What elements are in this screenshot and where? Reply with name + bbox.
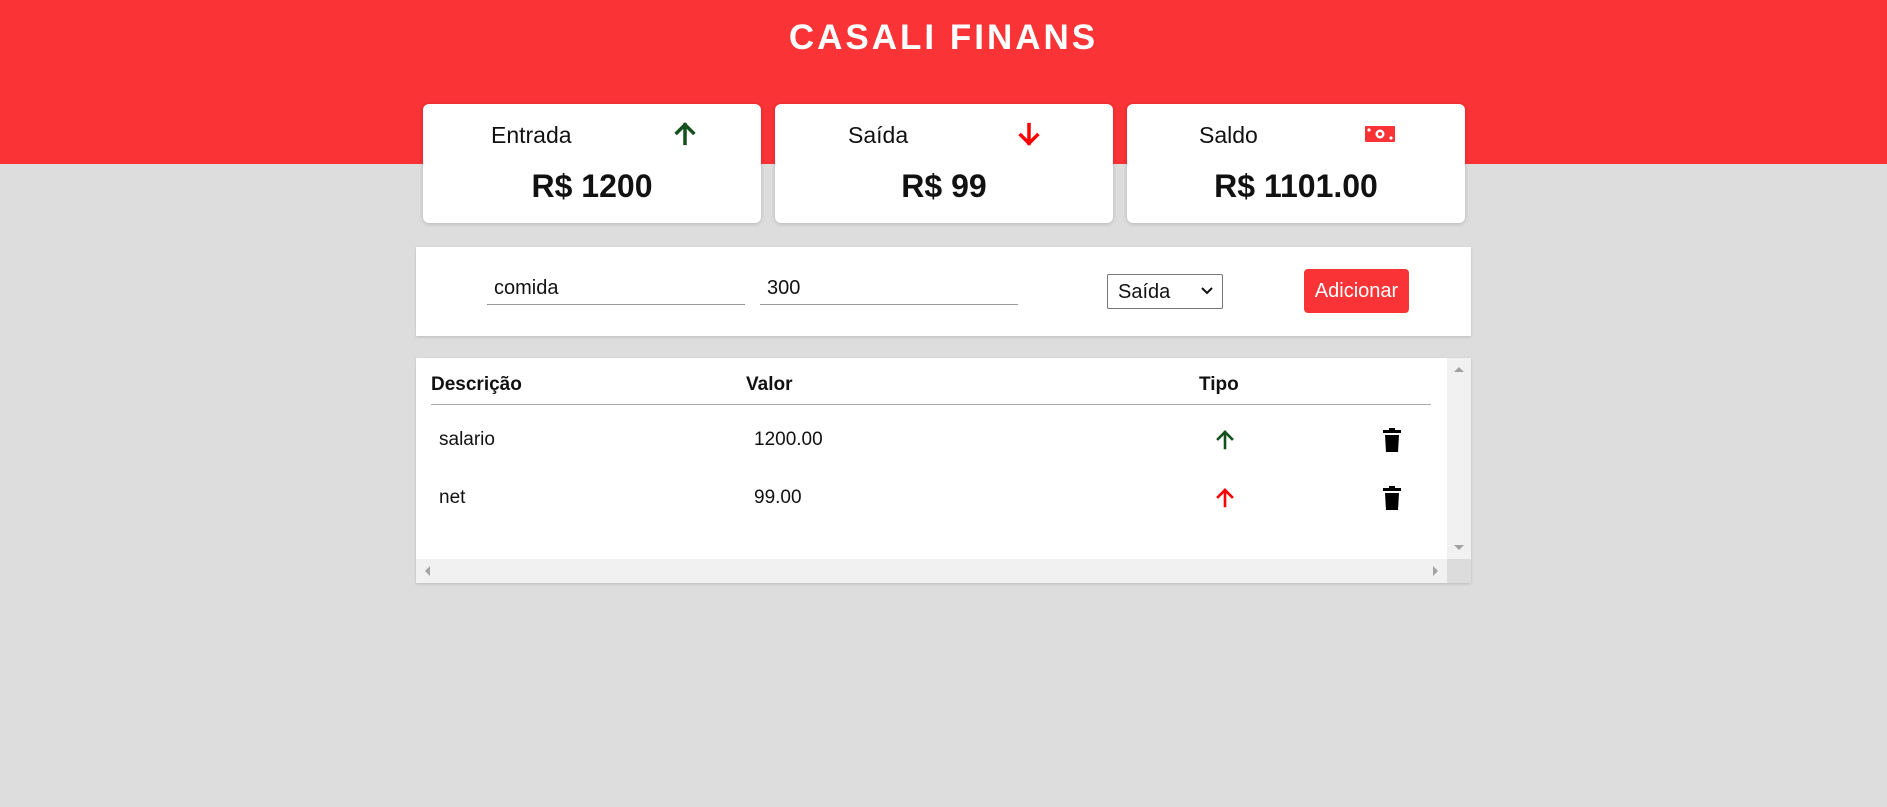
- scroll-left-arrow-icon[interactable]: [420, 563, 436, 579]
- transactions-table: Descrição Valor Tipo salario 1200.00 net…: [416, 358, 1471, 583]
- description-input[interactable]: [487, 273, 745, 305]
- add-button[interactable]: Adicionar: [1304, 269, 1409, 313]
- type-select-value: Saída: [1118, 281, 1171, 303]
- header-divider: [431, 404, 1431, 405]
- row-description: net: [439, 487, 466, 508]
- scroll-up-arrow-icon[interactable]: [1451, 362, 1467, 378]
- row-value: 99.00: [754, 487, 802, 508]
- chevron-down-icon: [1201, 287, 1213, 295]
- arrow-up-icon: [1216, 488, 1234, 508]
- table-row: net 99.00: [416, 479, 1446, 519]
- expense-value: R$ 99: [901, 168, 987, 204]
- transaction-form: Saída Adicionar: [416, 247, 1471, 336]
- row-value: 1200.00: [754, 429, 823, 450]
- scroll-down-arrow-icon[interactable]: [1451, 539, 1467, 555]
- column-header-description: Descrição: [431, 374, 522, 395]
- expense-card: Saída R$ 99: [775, 104, 1113, 223]
- row-description: salario: [439, 429, 495, 450]
- income-label: Entrada: [491, 122, 572, 148]
- table-row: salario 1200.00: [416, 421, 1446, 461]
- balance-card: Saldo R$ 1101.00: [1127, 104, 1465, 223]
- balance-label: Saldo: [1199, 122, 1258, 148]
- expense-label: Saída: [848, 122, 909, 148]
- trash-icon[interactable]: [1380, 427, 1404, 453]
- arrow-up-icon: [1216, 430, 1234, 450]
- money-bill-icon: [1365, 126, 1395, 142]
- income-value: R$ 1200: [531, 168, 653, 204]
- scroll-right-arrow-icon[interactable]: [1427, 563, 1443, 579]
- horizontal-scrollbar[interactable]: [416, 559, 1447, 583]
- trash-icon[interactable]: [1380, 485, 1404, 511]
- vertical-scrollbar[interactable]: [1447, 358, 1471, 559]
- type-select[interactable]: Saída: [1107, 274, 1223, 309]
- app-title: CASALI FINANS: [788, 18, 1099, 57]
- arrow-down-icon: [1018, 122, 1040, 146]
- amount-input[interactable]: [760, 273, 1018, 305]
- balance-value: R$ 1101.00: [1214, 168, 1378, 204]
- income-card: Entrada R$ 1200: [423, 104, 761, 223]
- column-header-value: Valor: [746, 374, 793, 395]
- column-header-type: Tipo: [1199, 374, 1239, 395]
- arrow-up-icon: [674, 122, 696, 146]
- scrollbar-corner: [1447, 559, 1471, 583]
